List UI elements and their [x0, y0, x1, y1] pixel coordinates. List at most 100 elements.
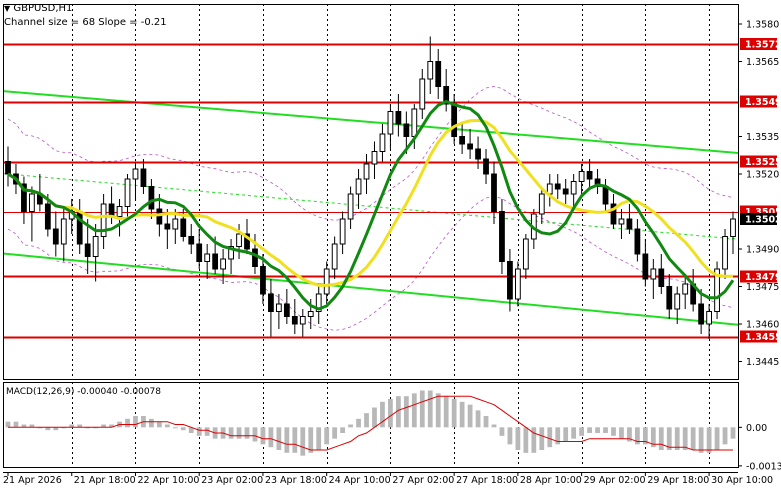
macd-histogram-bar: [730, 427, 736, 439]
candle-body: [602, 186, 609, 205]
candle-body: [331, 243, 338, 270]
candle-body: [108, 203, 115, 217]
candle-body: [515, 268, 521, 300]
candle-body: [52, 228, 59, 245]
macd-histogram-bar: [403, 396, 409, 428]
macd-histogram-bar: [698, 427, 704, 453]
level-label-text: 1.3455: [745, 332, 781, 343]
macd-histogram-bar: [523, 427, 529, 453]
macd-histogram-bar: [364, 413, 369, 428]
candle-body: [260, 266, 266, 295]
candle-body: [698, 303, 705, 325]
candle-body: [212, 253, 219, 270]
macd-histogram-bar: [180, 427, 186, 431]
macd-histogram-bar: [244, 427, 250, 439]
candle-body: [387, 111, 394, 135]
macd-histogram-bar: [706, 427, 712, 453]
candle-body: [586, 171, 593, 180]
candle-body: [188, 236, 195, 245]
candle-body: [323, 268, 330, 295]
macd-histogram-bar: [13, 421, 19, 428]
price-chart[interactable]: MACD(12,26,9) -0.00040 -0.00078 1.3580 1.…: [0, 0, 781, 489]
candle-body: [347, 193, 354, 220]
candle-body: [491, 173, 497, 212]
candle-body: [172, 218, 179, 230]
macd-histogram-bar: [372, 407, 377, 428]
time-tick-label: 27 Apr 02:00: [392, 475, 454, 486]
macd-histogram-bar: [5, 421, 11, 428]
time-tick-label: 28 Apr 10:00: [520, 475, 582, 486]
time-tick-label: 22 Apr 10:00: [137, 475, 199, 486]
candle-body: [467, 143, 473, 150]
candle-body: [522, 238, 529, 270]
macd-histogram-bar: [579, 427, 585, 436]
time-tick-label: 24 Apr 10:00: [329, 475, 391, 486]
price-tick-label: 1.3520: [746, 170, 779, 181]
macd-histogram-bar: [499, 427, 505, 436]
macd-histogram-bar: [475, 410, 481, 428]
level-label-text: 1.3479: [745, 272, 781, 283]
candle-body: [299, 316, 306, 325]
candle-body: [196, 243, 203, 262]
candle-body: [252, 248, 258, 267]
candle-body: [204, 253, 211, 262]
candle-body: [411, 108, 418, 137]
time-tick-label: 30 Apr 10:00: [711, 475, 773, 486]
price-tick-label: 1.3535: [746, 132, 779, 143]
price-tick-label: 1.3460: [746, 320, 779, 331]
macd-title: MACD(12,26,9) -0.00040 -0.00078: [6, 387, 161, 397]
candle-body: [395, 111, 402, 125]
macd-histogram-bar: [332, 427, 338, 439]
macd-histogram-bar: [587, 427, 592, 433]
candle-body: [682, 283, 689, 295]
candle-body: [291, 316, 298, 325]
level-label-text: 1.3549: [745, 97, 781, 108]
candle-body: [483, 158, 489, 175]
level-label-text: 1.3572: [745, 40, 781, 51]
current-price-label: 1.3502: [745, 215, 781, 226]
level-label-text: 1.3525: [745, 157, 781, 168]
dropdown-triangle-icon[interactable]: ▼: [4, 4, 10, 13]
candle-body: [92, 236, 99, 257]
macd-histogram-bar: [316, 427, 322, 450]
candle-body: [124, 178, 131, 207]
price-tick-label: 1.3445: [746, 357, 779, 368]
candle-body: [403, 123, 410, 137]
macd-histogram-bar: [443, 396, 449, 428]
macd-histogram-bar: [435, 393, 441, 428]
macd-histogram-bar: [682, 427, 688, 450]
candle-body: [730, 218, 736, 237]
macd-histogram-bar: [252, 427, 258, 442]
macd-histogram-bar: [300, 427, 306, 456]
candle-body: [578, 171, 585, 182]
candle-body: [618, 218, 625, 225]
candle-body: [475, 148, 481, 160]
time-axis: 21 Apr 2026 21 Apr 18:00 22 Apr 10:00 23 Ap…: [3, 472, 773, 486]
macd-histogram-bar: [156, 421, 162, 428]
macd-histogram-bar: [563, 427, 569, 442]
macd-histogram-bar: [483, 416, 489, 428]
macd-histogram-bar: [595, 427, 600, 433]
macd-histogram-bar: [236, 427, 242, 439]
candle-body: [706, 311, 712, 325]
candle-body: [220, 258, 227, 270]
macd-histogram-bar: [619, 427, 624, 439]
candle-body: [666, 286, 673, 310]
candle-body: [275, 303, 282, 312]
candle-body: [626, 218, 633, 230]
candle-body: [427, 61, 434, 80]
macd-histogram-bar: [674, 427, 680, 450]
candle-body: [642, 253, 649, 280]
candle-body: [363, 163, 370, 180]
time-tick-label: 21 Apr 18:00: [74, 475, 136, 486]
candle-body: [60, 218, 67, 245]
price-tick-label: 1.3475: [746, 282, 779, 293]
candle-body: [634, 228, 641, 255]
macd-histogram-bar: [571, 427, 577, 439]
macd-histogram-bar: [228, 427, 234, 439]
time-tick-label: 23 Apr 18:00: [265, 475, 327, 486]
candle-body: [140, 168, 147, 187]
symbol-header: ▼ GBPUSD,H1: [4, 3, 72, 14]
candle-body: [722, 236, 728, 270]
candle-body: [236, 233, 242, 247]
